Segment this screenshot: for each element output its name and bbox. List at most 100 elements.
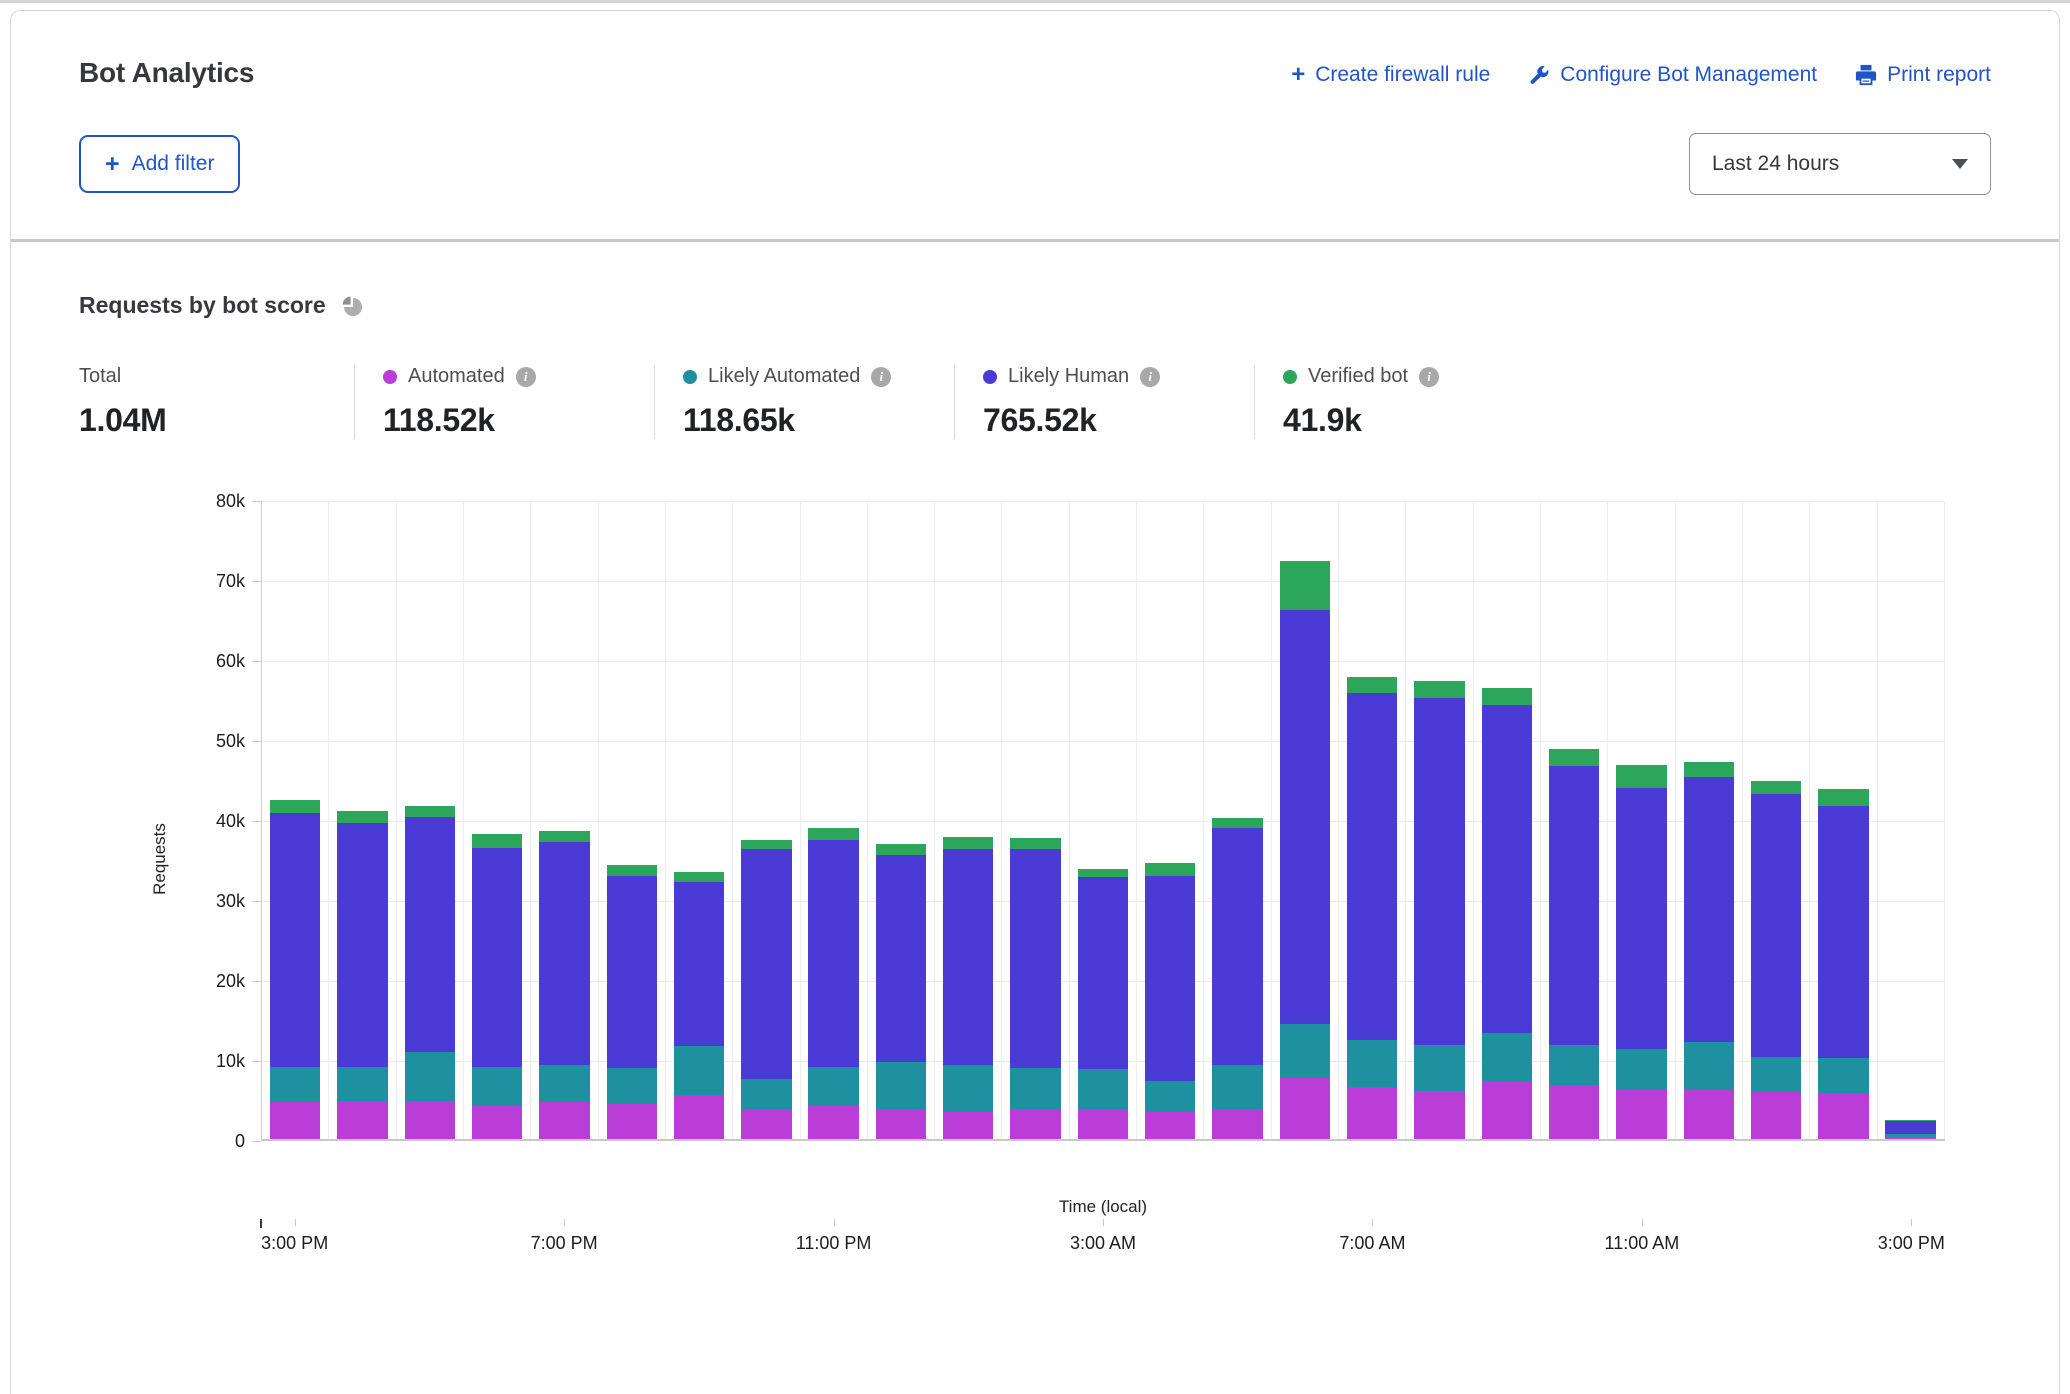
bar-segment-verified_bot[interactable]	[1347, 677, 1397, 694]
bar-slot[interactable]	[1878, 501, 1945, 1139]
bar-segment-automated[interactable]	[1414, 1091, 1464, 1139]
bar-segment-verified_bot[interactable]	[1280, 561, 1330, 610]
bar-segment-verified_bot[interactable]	[1684, 762, 1734, 776]
bar-segment-likely_human[interactable]	[1482, 705, 1532, 1033]
bar-segment-likely_human[interactable]	[1414, 698, 1464, 1045]
bar-segment-automated[interactable]	[539, 1102, 589, 1139]
bar-segment-likely_automated[interactable]	[1616, 1049, 1666, 1088]
bar-slot[interactable]	[531, 501, 598, 1139]
bar-segment-verified_bot[interactable]	[1414, 681, 1464, 699]
bar-segment-likely_automated[interactable]	[1818, 1058, 1868, 1092]
bar-segment-likely_automated[interactable]	[1482, 1033, 1532, 1082]
bar-segment-verified_bot[interactable]	[607, 865, 657, 875]
bar-segment-likely_automated[interactable]	[1414, 1045, 1464, 1091]
bar-segment-verified_bot[interactable]	[1549, 749, 1599, 766]
bar-segment-automated[interactable]	[1482, 1081, 1532, 1139]
bar-slot[interactable]	[935, 501, 1002, 1139]
bar-segment-automated[interactable]	[876, 1109, 926, 1139]
bar-segment-automated[interactable]	[1885, 1137, 1935, 1139]
add-filter-button[interactable]: + Add filter	[79, 135, 240, 193]
bar-segment-likely_automated[interactable]	[539, 1065, 589, 1102]
bar-slot[interactable]	[733, 501, 800, 1139]
info-icon[interactable]: i	[1140, 367, 1160, 387]
bar-segment-likely_human[interactable]	[1549, 766, 1599, 1045]
stacked-bar[interactable]	[1010, 838, 1060, 1139]
bar-segment-likely_human[interactable]	[1212, 828, 1262, 1065]
stacked-bar[interactable]	[539, 831, 589, 1139]
bar-segment-verified_bot[interactable]	[1010, 838, 1060, 849]
bar-segment-likely_automated[interactable]	[472, 1067, 522, 1105]
bar-slot[interactable]	[1810, 501, 1877, 1139]
bar-segment-likely_human[interactable]	[1818, 806, 1868, 1058]
stacked-bar[interactable]	[674, 872, 724, 1139]
bar-segment-automated[interactable]	[1078, 1109, 1128, 1139]
bar-segment-verified_bot[interactable]	[539, 831, 589, 842]
bar-segment-likely_human[interactable]	[674, 882, 724, 1046]
bar-segment-verified_bot[interactable]	[674, 872, 724, 882]
bar-segment-likely_automated[interactable]	[1145, 1081, 1195, 1111]
bar-segment-likely_human[interactable]	[1010, 849, 1060, 1067]
time-range-select[interactable]: Last 24 hours	[1689, 133, 1991, 195]
bar-segment-verified_bot[interactable]	[405, 806, 455, 817]
bar-segment-likely_human[interactable]	[472, 848, 522, 1067]
bar-segment-likely_human[interactable]	[270, 813, 320, 1067]
bar-slot[interactable]	[1406, 501, 1473, 1139]
bar-segment-likely_human[interactable]	[1280, 610, 1330, 1024]
bar-segment-automated[interactable]	[1010, 1109, 1060, 1139]
bar-slot[interactable]	[1272, 501, 1339, 1139]
stacked-bar[interactable]	[741, 840, 791, 1139]
bar-segment-likely_human[interactable]	[741, 849, 791, 1079]
bar-segment-automated[interactable]	[808, 1105, 858, 1139]
bar-slot[interactable]	[329, 501, 396, 1139]
bar-segment-likely_automated[interactable]	[1549, 1045, 1599, 1085]
bar-slot[interactable]	[1676, 501, 1743, 1139]
stacked-bar[interactable]	[1145, 863, 1195, 1139]
bar-segment-likely_automated[interactable]	[405, 1052, 455, 1101]
info-icon[interactable]: i	[871, 367, 891, 387]
bar-segment-automated[interactable]	[270, 1102, 320, 1139]
bar-slot[interactable]	[464, 501, 531, 1139]
bar-segment-likely_human[interactable]	[1145, 876, 1195, 1082]
bar-segment-likely_human[interactable]	[943, 849, 993, 1066]
bar-segment-automated[interactable]	[337, 1101, 387, 1139]
bar-segment-likely_human[interactable]	[1684, 777, 1734, 1043]
stacked-bar[interactable]	[943, 837, 993, 1139]
stacked-bar[interactable]	[607, 865, 657, 1139]
bar-segment-likely_automated[interactable]	[1078, 1069, 1128, 1109]
info-icon[interactable]: i	[516, 367, 536, 387]
stacked-bar[interactable]	[1885, 1120, 1935, 1139]
bar-segment-verified_bot[interactable]	[1818, 789, 1868, 806]
bar-segment-likely_automated[interactable]	[674, 1046, 724, 1095]
bar-segment-likely_human[interactable]	[539, 842, 589, 1065]
bar-segment-verified_bot[interactable]	[337, 811, 387, 823]
stacked-bar[interactable]	[1482, 688, 1532, 1139]
bar-segment-likely_human[interactable]	[1078, 877, 1128, 1069]
bar-segment-verified_bot[interactable]	[1751, 781, 1801, 795]
bar-slot[interactable]	[397, 501, 464, 1139]
bar-segment-likely_automated[interactable]	[1751, 1057, 1801, 1092]
bar-segment-automated[interactable]	[1818, 1093, 1868, 1139]
bar-segment-verified_bot[interactable]	[741, 840, 791, 850]
bar-slot[interactable]	[262, 501, 329, 1139]
bar-segment-likely_automated[interactable]	[1280, 1024, 1330, 1078]
bar-segment-likely_human[interactable]	[1751, 794, 1801, 1056]
bar-segment-verified_bot[interactable]	[472, 834, 522, 848]
stacked-bar[interactable]	[270, 800, 320, 1139]
bar-segment-likely_human[interactable]	[1616, 788, 1666, 1050]
bar-segment-automated[interactable]	[1751, 1092, 1801, 1139]
bar-segment-likely_human[interactable]	[607, 876, 657, 1068]
bar-segment-automated[interactable]	[1347, 1087, 1397, 1139]
bar-slot[interactable]	[801, 501, 868, 1139]
create-firewall-rule-link[interactable]: + Create firewall rule	[1291, 63, 1490, 87]
bar-segment-likely_automated[interactable]	[270, 1067, 320, 1102]
stacked-bar[interactable]	[1616, 765, 1666, 1139]
bar-segment-verified_bot[interactable]	[1616, 765, 1666, 787]
stacked-bar[interactable]	[1280, 561, 1330, 1139]
bar-slot[interactable]	[868, 501, 935, 1139]
bar-segment-likely_automated[interactable]	[607, 1068, 657, 1104]
bar-segment-automated[interactable]	[1549, 1085, 1599, 1139]
info-icon[interactable]: i	[1419, 367, 1439, 387]
bar-segment-verified_bot[interactable]	[808, 828, 858, 840]
bar-segment-likely_automated[interactable]	[741, 1079, 791, 1109]
bar-slot[interactable]	[666, 501, 733, 1139]
